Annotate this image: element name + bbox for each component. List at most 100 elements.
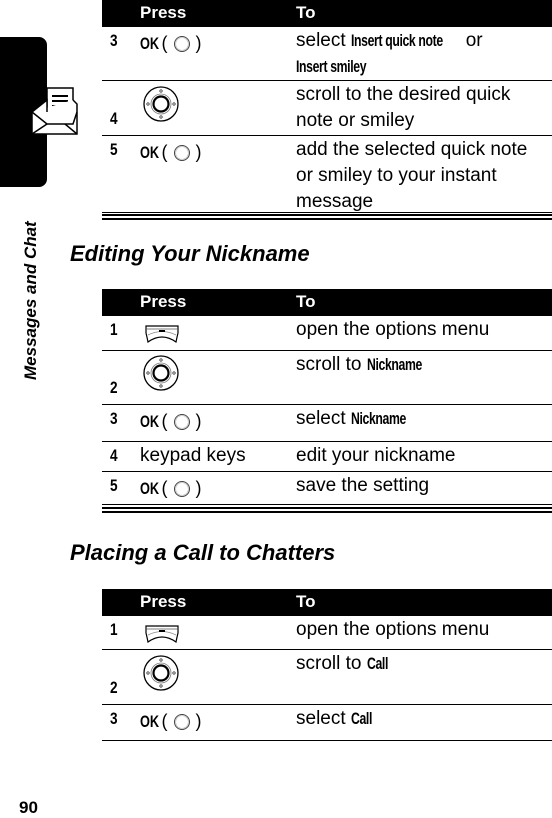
step-number: 3 xyxy=(110,31,118,50)
to-cell: edit your nickname xyxy=(296,443,546,469)
table-row: 1 open the options menu xyxy=(102,616,552,650)
paren: ) xyxy=(190,142,202,162)
to-cell: select Nickname xyxy=(296,406,546,432)
header-press: Press xyxy=(140,292,187,311)
to-cell: select Insert quick note or Insert smile… xyxy=(296,28,546,80)
table-header: Press To xyxy=(102,289,552,316)
chapter-label: Messages and Chat xyxy=(21,221,40,380)
instruction-text: open the options menu xyxy=(296,319,490,340)
step-number: 3 xyxy=(110,709,118,728)
menu-key-icon xyxy=(145,325,179,344)
ok-key-label: OK xyxy=(140,711,160,731)
to-cell: scroll to Call xyxy=(296,651,546,677)
to-cell: add the selected quick note or smiley to… xyxy=(296,137,546,215)
step-number: 5 xyxy=(110,140,118,159)
press-cell: OK( ) xyxy=(140,33,202,54)
steps-table-nickname: Press To 1 open the options menu 2 scroll t… xyxy=(102,289,552,505)
instruction-text: or xyxy=(460,30,483,51)
table-row: 5 OK( ) add the selected quick note or smi… xyxy=(102,136,552,213)
paren: ( xyxy=(161,478,173,498)
press-cell xyxy=(142,354,180,392)
menu-item-name: Nickname xyxy=(350,409,406,428)
step-number: 1 xyxy=(110,620,118,639)
paren: ) xyxy=(190,711,202,731)
step-number: 5 xyxy=(110,476,118,495)
press-cell xyxy=(144,324,180,344)
instruction-text: select xyxy=(296,708,351,729)
instruction-text: save the setting xyxy=(296,475,430,496)
table-row: 4 keypad keys edit your nickname xyxy=(102,442,552,472)
press-text: keypad keys xyxy=(140,444,246,466)
instruction-text: edit your nickname xyxy=(296,444,456,466)
press-cell: OK( ) xyxy=(140,711,202,732)
section-title-nickname: Editing Your Nickname xyxy=(70,241,310,266)
to-cell: scroll to the desired quick note or smil… xyxy=(296,82,546,134)
center-select-key-icon xyxy=(173,713,190,730)
paren: ( xyxy=(161,711,173,731)
menu-key-icon xyxy=(145,625,179,644)
ok-key-label: OK xyxy=(140,411,160,431)
press-cell: OK( ) xyxy=(140,142,202,163)
to-cell: open the options menu xyxy=(296,317,546,343)
table-row: 2 scroll to Call xyxy=(102,650,552,705)
instruction-text: open the options menu xyxy=(296,619,490,640)
table-row: 3 OK( ) select Insert quick note or Insert… xyxy=(102,27,552,81)
header-press: Press xyxy=(140,592,187,611)
step-number: 4 xyxy=(110,445,118,465)
table-row: 1 open the options menu xyxy=(102,316,552,351)
paren: ( xyxy=(161,142,173,162)
press-cell xyxy=(144,624,180,644)
center-select-key-icon xyxy=(173,480,190,497)
menu-item-name: Nickname xyxy=(366,354,422,374)
to-cell: save the setting xyxy=(296,473,546,499)
instruction-text: scroll to xyxy=(296,652,367,674)
center-select-key-icon xyxy=(173,35,190,52)
instruction-text: select xyxy=(296,408,351,429)
header-to: To xyxy=(296,592,316,611)
step-number: 3 xyxy=(110,409,118,428)
header-to: To xyxy=(296,3,316,22)
table-end-rule xyxy=(102,214,552,220)
envelope-letter-icon xyxy=(31,87,78,135)
header-press: Press xyxy=(140,3,187,22)
menu-item-name: Call xyxy=(366,653,388,673)
to-cell: scroll to Nickname xyxy=(296,352,546,378)
page-number: 90 xyxy=(19,798,38,817)
instruction-text: scroll to the desired quick note or smil… xyxy=(296,83,511,131)
press-cell: OK( ) xyxy=(140,411,202,432)
menu-item-name: Insert smiley xyxy=(296,57,367,76)
menu-item-name: Call xyxy=(350,709,372,728)
ok-key-label: OK xyxy=(140,33,160,53)
table-header: Press To xyxy=(102,0,552,27)
nav-key-icon xyxy=(143,355,179,391)
instruction-text: add the selected quick note or smiley to… xyxy=(296,139,528,212)
table-end-rule xyxy=(102,507,552,513)
header-to: To xyxy=(296,292,316,311)
paren: ) xyxy=(190,411,202,431)
nav-key-icon xyxy=(143,85,179,122)
center-select-key-icon xyxy=(173,413,190,430)
paren: ) xyxy=(190,478,202,498)
to-cell: select Call xyxy=(296,706,546,732)
table-row: 2 scroll to Nickname xyxy=(102,351,552,405)
step-number: 2 xyxy=(110,377,118,397)
menu-item-name: Insert quick note xyxy=(350,31,443,50)
ok-key-label: OK xyxy=(140,142,160,162)
nav-key-icon xyxy=(143,654,179,691)
table-row: 5 OK( ) save the setting xyxy=(102,472,552,505)
instruction-text: scroll to xyxy=(296,353,367,375)
paren: ( xyxy=(161,411,173,431)
paren: ) xyxy=(190,33,202,53)
steps-table-insert: Press To 3 OK( ) select Insert quick note … xyxy=(102,0,552,213)
step-number: 4 xyxy=(110,108,118,128)
to-cell: open the options menu xyxy=(296,617,546,643)
step-number: 2 xyxy=(110,677,118,697)
table-row: 4 scroll to the desired quick note or smi… xyxy=(102,81,552,136)
instruction-text: select xyxy=(296,30,351,51)
table-row: 3 OK( ) select Call xyxy=(102,705,552,741)
press-cell xyxy=(142,654,180,692)
press-cell xyxy=(142,85,180,123)
table-row: 3 OK( ) select Nickname xyxy=(102,405,552,442)
steps-table-call: Press To 1 open the options menu 2 scroll t… xyxy=(102,589,552,741)
paren: ( xyxy=(161,33,173,53)
